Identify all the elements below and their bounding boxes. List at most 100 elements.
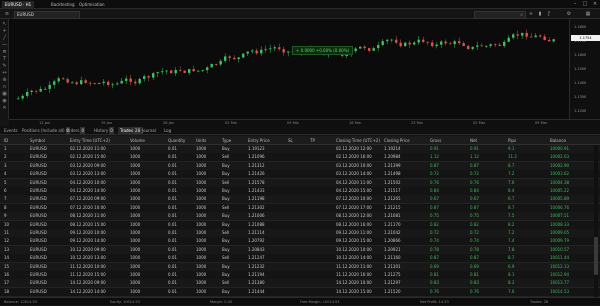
column-header[interactable]: Balance <box>550 136 566 145</box>
candle-body <box>111 84 114 86</box>
crosshair-tool-icon[interactable]: + <box>1 28 8 34</box>
column-header[interactable]: Entry Time (UTC+2) <box>70 136 110 145</box>
column-header[interactable]: Closing Price <box>384 136 410 145</box>
eye-icon[interactable]: ◉ <box>1 98 8 104</box>
table-cell: 04.12.2020 11:00 <box>336 179 372 185</box>
table-cell: 1.21247 <box>248 255 265 261</box>
candle-body <box>129 78 132 82</box>
table-cell: 3 <box>4 162 7 168</box>
table-cell: EURUSD <box>30 179 47 185</box>
crosshair-icon[interactable]: + <box>528 11 534 17</box>
table-cell: Sell <box>222 280 230 286</box>
table-cell: 7.2 <box>508 230 515 235</box>
table-cell: 0.87 <box>430 255 439 261</box>
table-cell: 04.12.2020 14:00 <box>70 188 106 193</box>
measure-icon[interactable]: ↔ <box>1 70 8 76</box>
time-label: 16 Feb <box>349 121 361 125</box>
tab-orders[interactable]: Orders 0 <box>64 127 87 134</box>
trash-icon[interactable]: ✕ <box>1 105 8 111</box>
table-cell: Buy <box>222 196 230 202</box>
candle-body <box>237 57 240 60</box>
column-header[interactable]: Closing Time (UTC+2) <box>336 136 380 145</box>
table-cell: Buy <box>222 162 230 168</box>
fibonacci-icon[interactable]: ≣ <box>1 49 8 55</box>
table-cell: 0.01 <box>168 238 177 244</box>
tab-count-badge: 0 <box>80 127 85 134</box>
tab-log[interactable]: Log <box>162 127 173 134</box>
magnet-icon[interactable]: ∩ <box>1 84 8 90</box>
trendline-icon[interactable]: ╱ <box>1 35 8 41</box>
column-header[interactable]: Type <box>222 136 231 145</box>
tab-events[interactable]: Events <box>2 127 20 134</box>
price-scale[interactable]: 1.1800 1.1700 1.1600 1.1500 1.1400 1.130… <box>569 19 600 119</box>
table-cell: 1000 <box>196 288 207 294</box>
column-header[interactable]: SL <box>288 136 293 145</box>
table-cell: 1000 <box>130 255 141 261</box>
table-row[interactable]: 18 EURUSD 14.12.2020 14:00 1000 0.01 1000 Buy 1… <box>0 287 600 297</box>
tab-label: Events <box>4 128 18 133</box>
layout-icon[interactable]: ▦ <box>585 11 591 17</box>
table-cell: 1000 <box>130 162 141 168</box>
column-header[interactable]: ID <box>4 136 8 145</box>
table-cell: 10000.91 <box>550 146 570 151</box>
candle-body <box>494 44 497 46</box>
table-cell: 8.1 <box>508 272 515 277</box>
indicators-icon[interactable]: ƒ <box>546 11 552 17</box>
table-cell: Buy <box>222 213 230 219</box>
column-header[interactable]: Volume <box>130 136 145 145</box>
settings-icon[interactable]: ⚙ <box>566 11 572 17</box>
text-icon[interactable]: T <box>1 56 8 62</box>
cursor-icon[interactable]: ↖ <box>1 21 8 27</box>
table-cell: 1.19214 <box>384 146 401 151</box>
tab-history[interactable]: History 0 <box>92 127 116 134</box>
search-input[interactable]: ⌕ <box>474 11 526 19</box>
candle-body <box>377 45 380 49</box>
table-cell: 1.21578 <box>248 179 265 185</box>
horizontal-line-icon[interactable]: ― <box>1 42 8 48</box>
tab-chart[interactable]: EURUSD · H1 <box>2 1 35 8</box>
table-scrollbar[interactable] <box>594 145 598 297</box>
table-cell: 14.12.2020 14:00 <box>70 288 106 294</box>
scrollbar-thumb[interactable] <box>594 237 598 275</box>
zoom-icon[interactable]: ⊕ <box>1 77 8 83</box>
table-cell: 10008.33 <box>550 221 570 227</box>
brush-icon[interactable]: ✎ <box>1 63 8 69</box>
trades-table-body: 1 EURUSD 02.12.2020 11:00 1000 0.01 1000 Buy 1.… <box>0 145 600 297</box>
close-button[interactable]: × <box>592 1 598 7</box>
table-cell: 0.87 <box>470 255 479 261</box>
candle-body <box>179 69 182 71</box>
lock-icon[interactable]: ▣ <box>1 91 8 97</box>
table-cell: 1000 <box>196 196 207 202</box>
candle-body <box>170 70 173 74</box>
tab-backtesting[interactable]: Backtesting <box>48 1 78 8</box>
time-label: 12 Jan <box>39 121 50 125</box>
menu-icon[interactable]: ≡ <box>4 11 10 17</box>
candles-icon[interactable]: ▮ <box>537 11 543 17</box>
tab-journal[interactable]: Journal <box>140 127 158 134</box>
candle-body <box>408 42 411 45</box>
candle-body <box>404 42 407 47</box>
column-header[interactable]: Units <box>196 136 206 145</box>
column-header[interactable]: Gross <box>430 136 441 145</box>
column-header[interactable]: Quantity <box>168 136 185 145</box>
column-header[interactable]: Net <box>470 136 477 145</box>
column-header[interactable]: Symbol <box>30 136 45 145</box>
price-chart[interactable]: + 0.0000 +0.00% (0.00%) <box>9 19 569 119</box>
price-label: 1.1400 <box>574 81 587 85</box>
candle-body <box>278 47 281 50</box>
table-cell: EURUSD <box>30 188 47 193</box>
column-header[interactable]: TP <box>310 136 315 145</box>
table-cell: Buy <box>222 246 230 252</box>
minimize-button[interactable]: – <box>572 1 578 7</box>
tab-optimisation[interactable]: Optimisation <box>76 1 108 8</box>
maximize-button[interactable]: □ <box>582 1 588 7</box>
candlestick-chart[interactable] <box>9 19 569 119</box>
time-scale[interactable]: 12 Jan 19 Jan 26 Jan 02 Feb 09 Feb 16 Fe… <box>9 119 600 126</box>
table-cell: 10009.05 <box>550 230 570 235</box>
column-header[interactable]: Pips <box>508 136 516 145</box>
candle-body <box>215 63 218 65</box>
column-header[interactable]: Entry Price <box>248 136 270 145</box>
table-cell: 1.21006 <box>248 213 265 219</box>
symbol-selector[interactable]: EURUSD <box>14 11 80 19</box>
table-cell: 1000 <box>196 263 207 269</box>
